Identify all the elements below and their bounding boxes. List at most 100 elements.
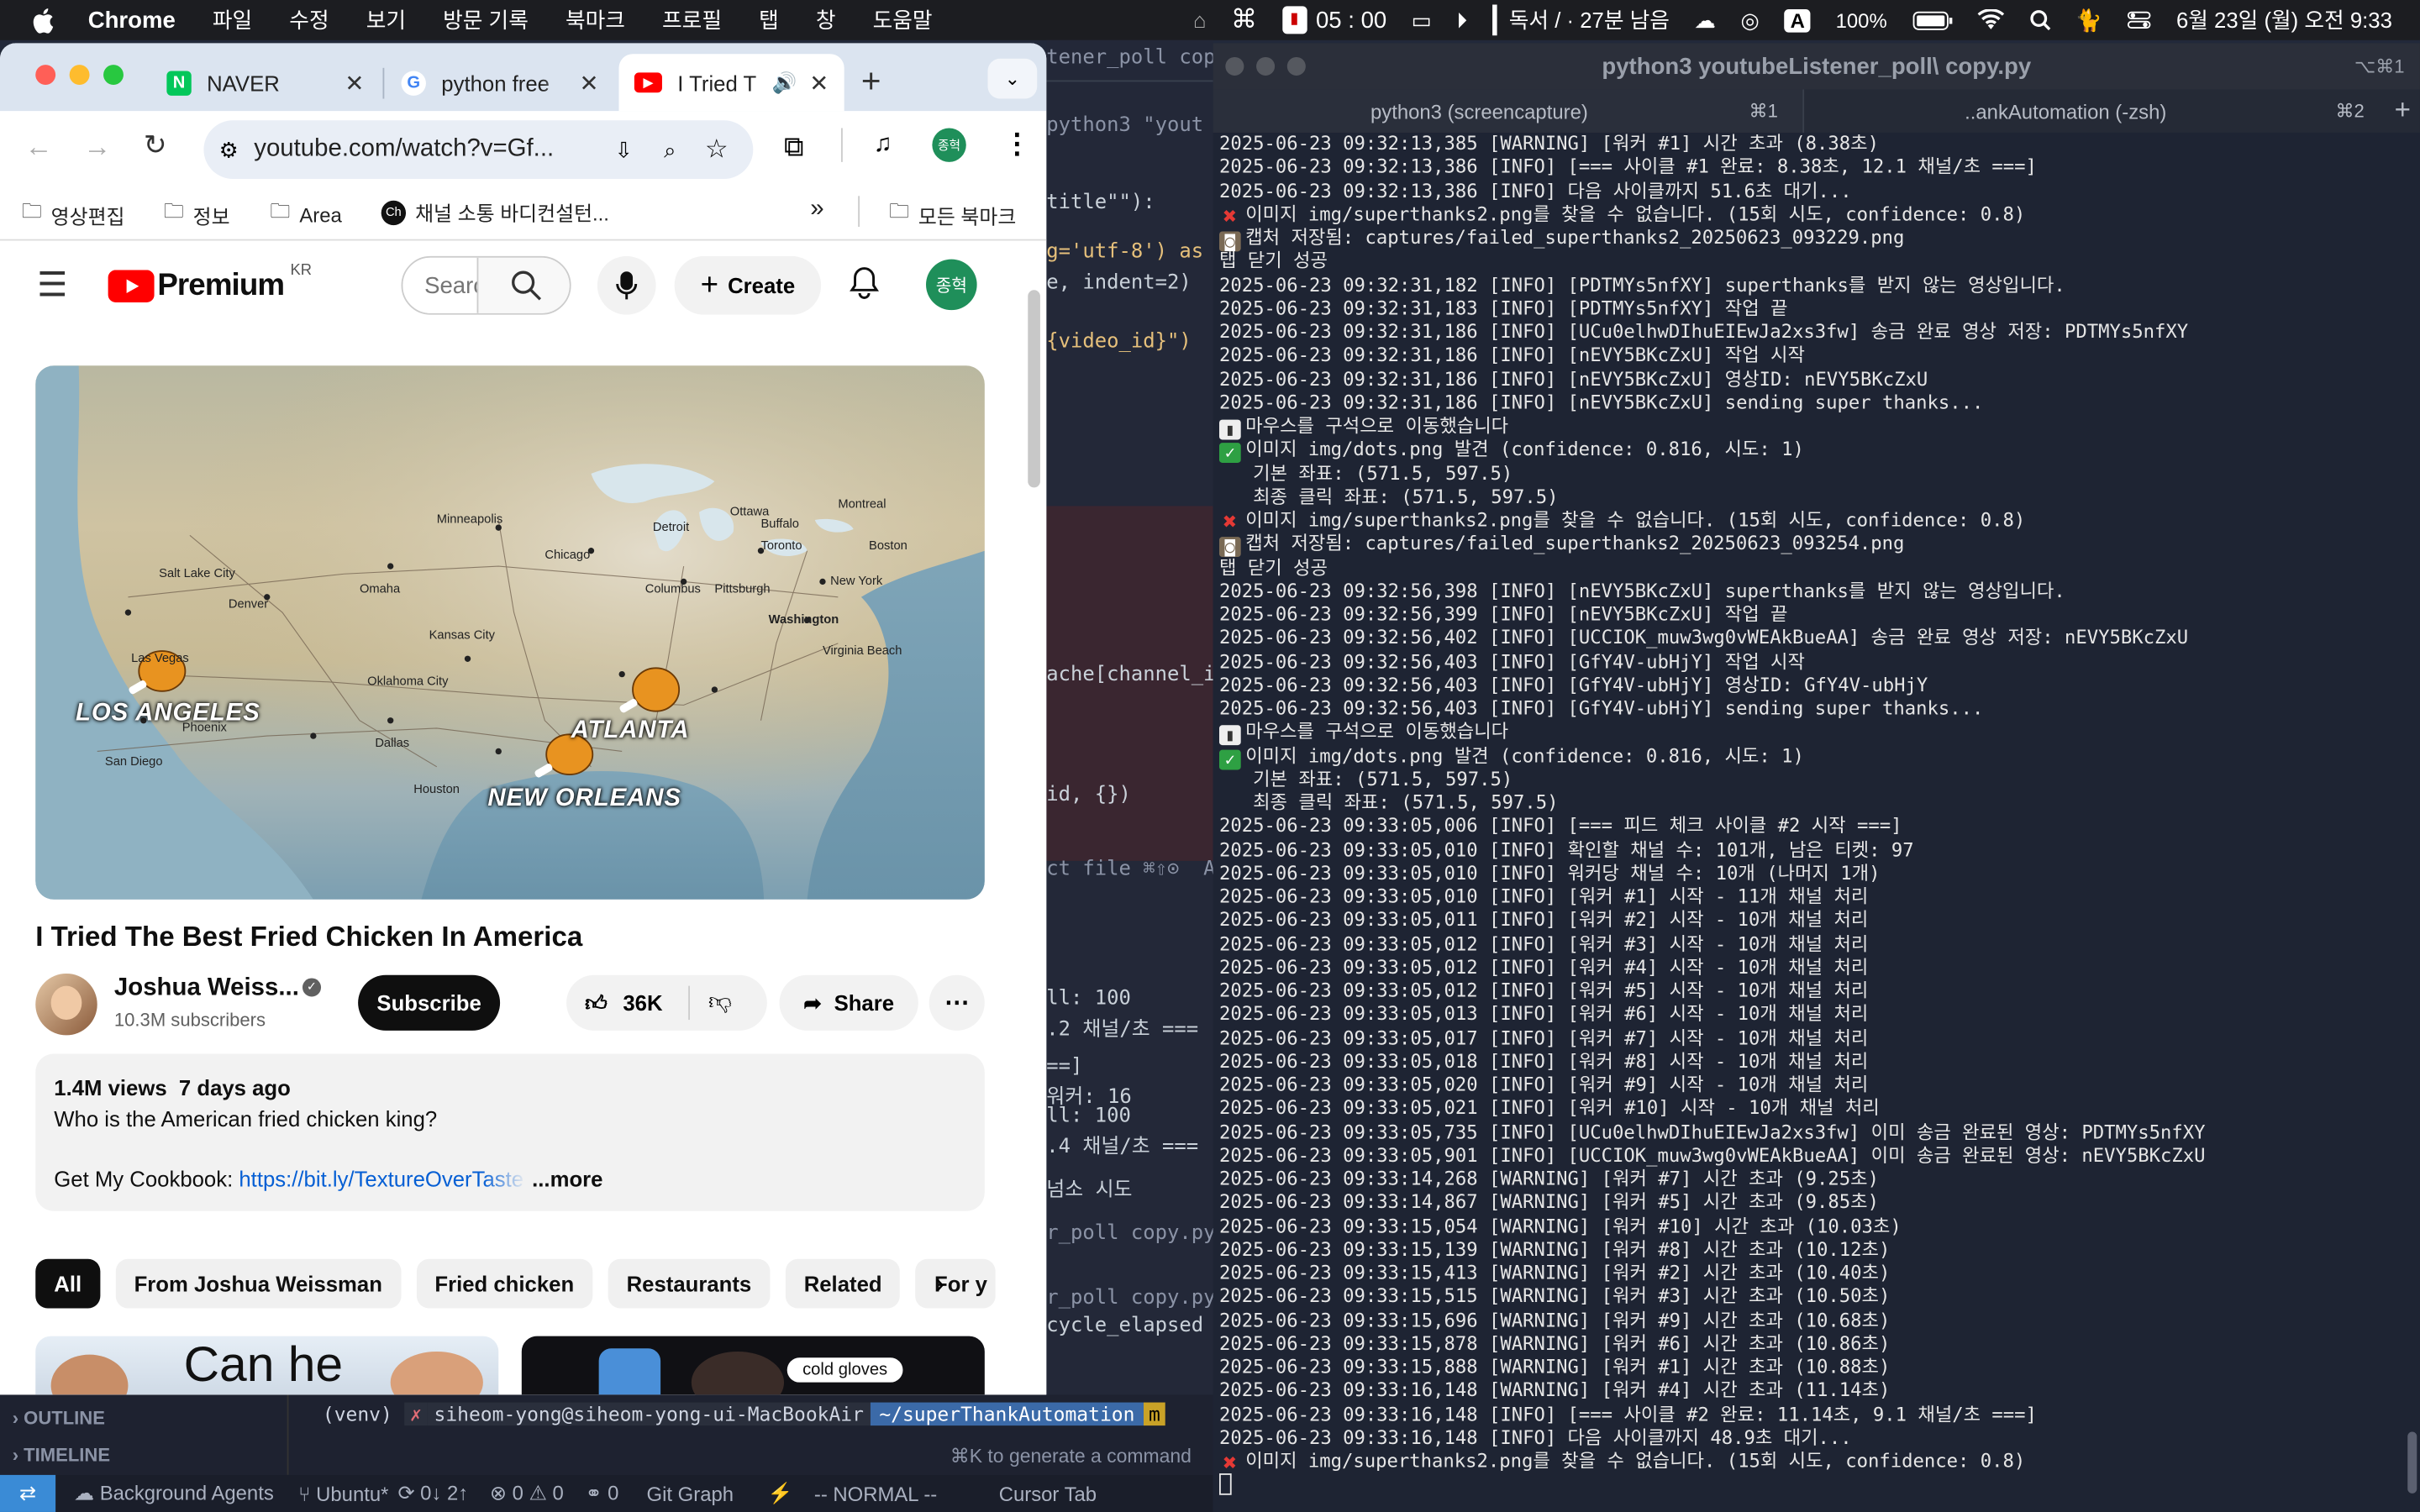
- bookmarks-overflow-icon[interactable]: »: [810, 196, 823, 223]
- status-problems[interactable]: ⊗ 0 ⚠ 0: [490, 1481, 564, 1505]
- recommendation-thumbnail[interactable]: Can he: [35, 1336, 499, 1395]
- tab-google-search[interactable]: G python free ✕: [386, 54, 614, 111]
- site-info-icon[interactable]: ⚙: [219, 137, 239, 163]
- share-button[interactable]: ➦ Share: [779, 974, 918, 1031]
- youtube-search-box[interactable]: [401, 255, 571, 315]
- app-menu-chrome[interactable]: Chrome: [88, 7, 176, 33]
- create-button[interactable]: + Create: [674, 255, 822, 315]
- chip-fried-chicken[interactable]: Fried chicken: [416, 1258, 593, 1309]
- forward-arrow-icon[interactable]: →: [83, 131, 111, 164]
- bookmark-all[interactable]: 🗀 모든 북마크: [889, 197, 1016, 231]
- minimize-window-button[interactable]: [69, 65, 90, 86]
- cloud-icon[interactable]: ☁: [1694, 7, 1716, 33]
- subscribe-button[interactable]: Subscribe: [358, 974, 501, 1031]
- menu-edit[interactable]: 수정: [289, 5, 329, 36]
- close-window-button[interactable]: [1225, 56, 1244, 76]
- tab-search-chevron-icon[interactable]: ⌄: [987, 58, 1038, 99]
- new-tab-button[interactable]: +: [2395, 94, 2411, 127]
- menu-bookmarks[interactable]: 북마크: [566, 5, 625, 36]
- bookmark-channel[interactable]: Ch 채널 소통 바디컨설턴...: [381, 197, 609, 227]
- recommendation-thumbnail[interactable]: cold gloves: [521, 1336, 985, 1395]
- install-app-icon[interactable]: ⇩: [614, 137, 633, 163]
- menu-tab[interactable]: 탭: [759, 5, 779, 36]
- battery-icon[interactable]: [1912, 10, 1952, 30]
- window-icon[interactable]: ▭: [1412, 7, 1432, 33]
- minimize-window-button[interactable]: [1256, 56, 1276, 76]
- terminal-output[interactable]: 2025-06-23 09:32:13,385 [WARNING] [워커 #1…: [1218, 133, 2420, 1512]
- control-center-icon[interactable]: [2127, 9, 2151, 31]
- tab-youtube-active[interactable]: ▶ I Tried T 🔊 ✕: [618, 54, 844, 112]
- close-tab-icon[interactable]: ✕: [580, 69, 599, 97]
- command-icon[interactable]: ⌘: [1231, 5, 1257, 36]
- more-actions-button[interactable]: ⋯: [929, 974, 985, 1031]
- bookmark-folder-video-edit[interactable]: 🗀 영상편집: [22, 197, 125, 231]
- wifi-icon[interactable]: [1976, 9, 2004, 31]
- page-scrollbar[interactable]: [1028, 290, 1040, 488]
- status-git-graph[interactable]: Git Graph: [647, 1482, 734, 1505]
- hammer-icon[interactable]: ⌂: [1193, 8, 1207, 32]
- extensions-icon[interactable]: ⧉: [784, 131, 804, 164]
- omnibox[interactable]: ⚙ youtube.com/watch?v=Gf... ⇩ ⌕ ☆: [203, 120, 754, 180]
- chip-all[interactable]: All: [35, 1258, 101, 1309]
- video-player[interactable]: Ottawa Montreal Toronto Boston New York …: [35, 365, 985, 900]
- chip-for-you[interactable]: For y: [915, 1258, 997, 1309]
- timer-app-icon[interactable]: ▮ 05 : 00: [1281, 6, 1386, 34]
- reading-timer[interactable]: 독서 / · 27분 남음: [1491, 4, 1670, 36]
- hamburger-menu-icon[interactable]: ☰: [37, 265, 67, 306]
- channel-name[interactable]: Joshua Weiss...: [114, 975, 299, 1003]
- reload-icon[interactable]: ↻: [144, 129, 167, 162]
- account-avatar[interactable]: 종혁: [926, 259, 977, 311]
- menu-window[interactable]: 창: [816, 5, 836, 36]
- outline-section[interactable]: › OUTLINE: [13, 1407, 105, 1429]
- bookmark-folder-info[interactable]: 🗀 정보: [164, 197, 230, 231]
- chip-from-channel[interactable]: From Joshua Weissman: [115, 1258, 401, 1309]
- status-ports[interactable]: ⚭ 0: [586, 1481, 619, 1505]
- spotlight-search-icon[interactable]: [2029, 9, 2051, 31]
- status-cursor-tab[interactable]: Cursor Tab: [999, 1482, 1097, 1505]
- bookmark-folder-area[interactable]: 🗀 Area: [270, 197, 341, 231]
- zoom-icon[interactable]: ⌕: [664, 137, 676, 163]
- back-arrow-icon[interactable]: ←: [24, 131, 52, 164]
- remote-icon[interactable]: ⇄: [0, 1474, 56, 1512]
- cookbook-link[interactable]: https://bit.ly/TextureOverTaste: [239, 1167, 526, 1191]
- timeline-section[interactable]: › TIMELINE: [13, 1444, 110, 1466]
- chip-restaurants[interactable]: Restaurants: [608, 1258, 771, 1309]
- youtube-search-input[interactable]: [402, 257, 477, 313]
- zoom-window-button[interactable]: [103, 65, 124, 86]
- profile-avatar[interactable]: 종혁: [932, 128, 966, 162]
- youtube-premium-logo[interactable]: Premium KR: [108, 262, 312, 304]
- new-tab-button[interactable]: +: [861, 61, 881, 102]
- dislike-button[interactable]: 👎︎: [708, 989, 732, 1016]
- media-controls-icon[interactable]: ♫: [874, 131, 892, 159]
- status-branch[interactable]: ⑂ Ubuntu*: [298, 1482, 388, 1505]
- menu-history[interactable]: 방문 기록: [443, 5, 529, 36]
- status-sync[interactable]: ⟳ 0↓ 2↑: [397, 1481, 468, 1505]
- chip-related[interactable]: Related: [785, 1258, 901, 1309]
- voice-search-button[interactable]: [597, 255, 656, 315]
- status-background-agents[interactable]: ☁ Background Agents: [74, 1481, 274, 1505]
- notifications-bell-icon[interactable]: [849, 265, 880, 308]
- more-menu-icon[interactable]: ⋮: [1003, 128, 1031, 160]
- menu-view[interactable]: 보기: [366, 5, 406, 36]
- menu-help[interactable]: 도움말: [873, 5, 933, 36]
- apple-icon[interactable]: [31, 7, 55, 33]
- chevron-right-icon[interactable]: ›: [935, 1268, 944, 1301]
- show-more-button[interactable]: ...more: [532, 1167, 602, 1191]
- play-icon[interactable]: ⏵: [1456, 7, 1467, 33]
- channel-avatar[interactable]: [35, 973, 97, 1036]
- menu-file[interactable]: 파일: [213, 5, 252, 36]
- input-source[interactable]: A: [1784, 8, 1812, 32]
- description-box[interactable]: 1.4M views 7 days ago Who is the America…: [35, 1053, 985, 1211]
- close-window-button[interactable]: [35, 65, 56, 86]
- status-lightning-icon[interactable]: ⚡: [767, 1481, 792, 1505]
- terminal-scrollbar[interactable]: [2407, 1431, 2417, 1494]
- tab-naver[interactable]: N NAVER ✕: [151, 54, 380, 111]
- url-text[interactable]: youtube.com/watch?v=Gf...: [254, 136, 554, 164]
- speaker-icon[interactable]: 🔊: [772, 71, 797, 95]
- terminal-tab-2[interactable]: ..ankAutomation (-zsh) ⌘2: [1802, 89, 2376, 133]
- search-button[interactable]: [476, 257, 570, 313]
- terminal-tab-1[interactable]: python3 (screencapture) ⌘1: [1213, 89, 1803, 133]
- close-tab-icon[interactable]: ✕: [345, 69, 364, 97]
- like-button[interactable]: 👍︎ 36K: [566, 985, 691, 1021]
- airdrop-icon[interactable]: ◎: [1740, 7, 1759, 33]
